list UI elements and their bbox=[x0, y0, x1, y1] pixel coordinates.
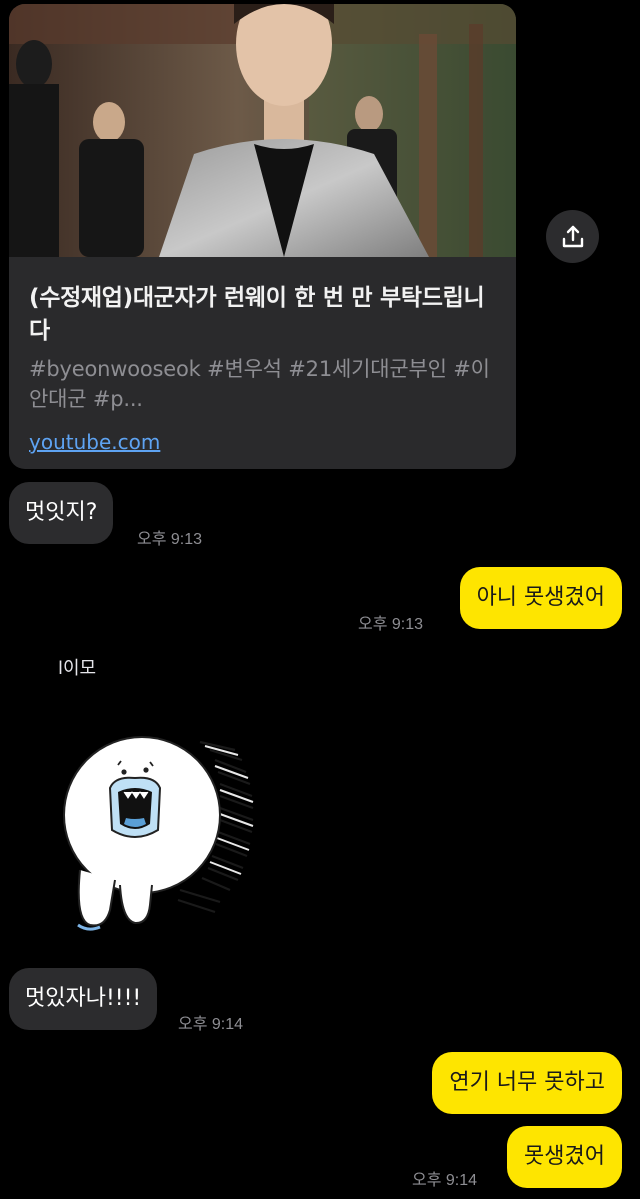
message-bubble-outgoing[interactable]: 못생겼어 bbox=[507, 1126, 622, 1188]
sender-name: l이모 bbox=[58, 658, 97, 679]
link-preview-description: #byeonwooseok #변우석 #21세기대군부인 #이안대군 #p... bbox=[29, 357, 490, 411]
share-button[interactable] bbox=[546, 210, 599, 263]
message-bubble-incoming[interactable]: 멋있자나!!!! bbox=[9, 968, 158, 1030]
message-timestamp: 오후 9:14 bbox=[412, 1172, 478, 1189]
thumbnail-image bbox=[9, 4, 516, 257]
message-bubble-incoming[interactable]: 멋잇지? bbox=[9, 482, 114, 544]
link-preview-card[interactable]: (수정재업)대군자가 런웨이 한 번 만 부탁드립니다 #byeonwooseo… bbox=[9, 4, 516, 469]
message-bubble-outgoing[interactable]: 아니 못생겼어 bbox=[459, 567, 622, 629]
message-timestamp: 오후 9:13 bbox=[358, 616, 424, 633]
link-preview-domain[interactable]: youtube.com bbox=[29, 427, 160, 457]
message-timestamp: 오후 9:14 bbox=[178, 1016, 244, 1033]
sticker-message[interactable] bbox=[60, 720, 260, 940]
message-timestamp: 오후 9:13 bbox=[137, 531, 203, 548]
message-bubble-outgoing[interactable]: 연기 너무 못하고 bbox=[432, 1052, 622, 1114]
video-thumbnail[interactable] bbox=[9, 4, 516, 257]
shouting-white-ball-character-sticker bbox=[63, 736, 254, 931]
share-upload-icon bbox=[562, 225, 583, 247]
link-preview-title: (수정재업)대군자가 런웨이 한 번 만 부탁드립니다 bbox=[29, 285, 485, 344]
